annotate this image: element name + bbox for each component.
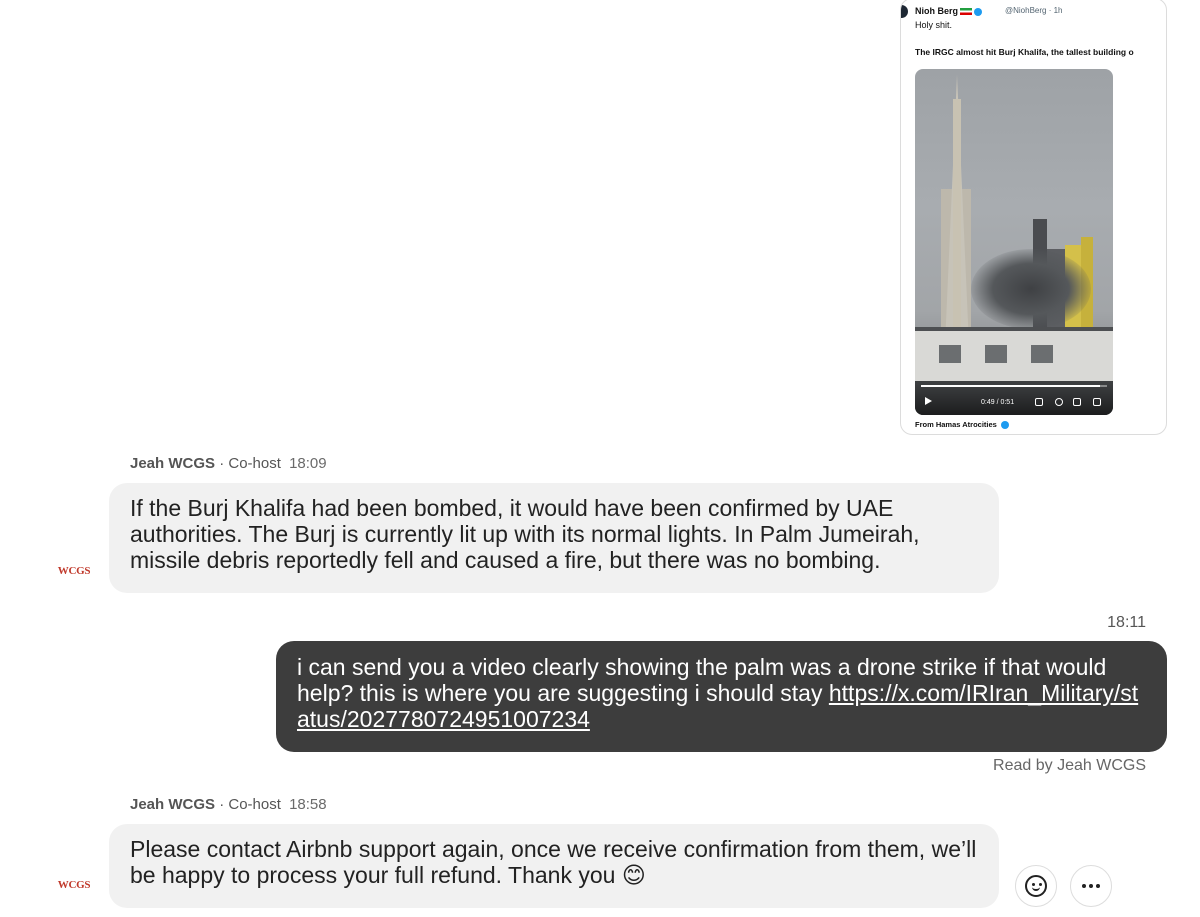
- fullscreen-icon[interactable]: [1093, 398, 1101, 406]
- message-time: 18:09: [289, 455, 327, 472]
- message-bubble-incoming: Please contact Airbnb support again, onc…: [109, 824, 999, 908]
- smiley-icon: [1025, 875, 1047, 897]
- play-icon[interactable]: [925, 397, 932, 405]
- verified-badge-icon: [1000, 421, 1009, 430]
- host-avatar[interactable]: WCGS: [56, 876, 92, 894]
- tweet-video[interactable]: 0:49 / 0:51: [915, 69, 1113, 415]
- shared-tweet-image[interactable]: Nioh Berg @NiohBerg · 1h Holy shit. The …: [900, 0, 1167, 435]
- message-bubble-outgoing: i can send you a video clearly showing t…: [276, 641, 1167, 752]
- sender-name: Jeah WCGS: [130, 455, 216, 472]
- sender-name: Jeah WCGS: [130, 796, 216, 813]
- tweet-footer: From Hamas Atrocities: [915, 420, 1009, 430]
- tower-graphic: [953, 99, 961, 359]
- tweet-handle: @NiohBerg · 1h: [1005, 6, 1063, 15]
- message-time: 18:11: [1107, 614, 1146, 631]
- video-time: 0:49 / 0:51: [981, 399, 1015, 406]
- host-avatar[interactable]: WCGS: [56, 562, 92, 580]
- sender-role: · Co-host: [219, 796, 281, 813]
- window-graphic: [1031, 345, 1053, 363]
- message-sender-line: Jeah WCGS · Co-host 18:58: [130, 796, 327, 813]
- sender-role: · Co-host: [219, 455, 281, 472]
- window-graphic: [985, 345, 1007, 363]
- message-bubble-incoming: If the Burj Khalifa had been bombed, it …: [109, 483, 999, 593]
- more-dots-icon: [1082, 884, 1100, 888]
- emoji-reaction-button[interactable]: [1015, 865, 1057, 907]
- tweet-avatar: [901, 5, 908, 18]
- verified-badge-icon: [974, 7, 983, 16]
- iran-flag-icon: [960, 8, 973, 16]
- message-time: 18:58: [289, 796, 327, 813]
- message-text: Please contact Airbnb support again, onc…: [130, 836, 977, 888]
- message-sender-line: Jeah WCGS · Co-host 18:09: [130, 455, 327, 472]
- tweet-header: Nioh Berg @NiohBerg · 1h: [901, 5, 1166, 19]
- smoke-graphic: [971, 249, 1091, 329]
- picture-in-picture-icon[interactable]: [1073, 398, 1081, 406]
- more-options-button[interactable]: [1070, 865, 1112, 907]
- settings-icon[interactable]: [1055, 398, 1063, 406]
- window-graphic: [939, 345, 961, 363]
- video-progress-fill: [921, 385, 1100, 387]
- video-progress-bar[interactable]: [921, 385, 1107, 387]
- tweet-text-line: Holy shit.: [915, 20, 953, 30]
- tweet-text-line: The IRGC almost hit Burj Khalifa, the ta…: [915, 47, 1134, 57]
- volume-icon[interactable]: [1035, 398, 1043, 406]
- tweet-author: Nioh Berg: [915, 6, 983, 16]
- message-text: If the Burj Khalifa had been bombed, it …: [130, 495, 920, 573]
- read-receipt: Read by Jeah WCGS: [993, 757, 1146, 774]
